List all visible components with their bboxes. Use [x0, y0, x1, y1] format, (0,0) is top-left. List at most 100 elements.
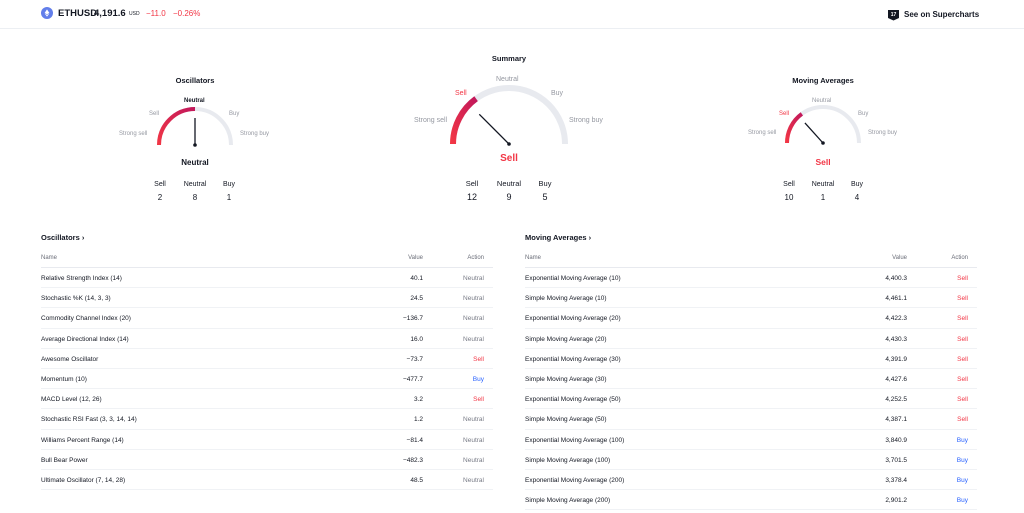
indicator-value: −81.4: [406, 436, 423, 444]
indicator-value: 16.0: [410, 335, 423, 343]
indicator-value: 4,430.3: [885, 335, 907, 343]
gauge-label-sell: Sell: [149, 111, 160, 117]
gauge-label-strong-buy: Strong buy: [569, 117, 603, 124]
oscillators-neutral-count: 8: [192, 193, 198, 202]
moving-averages-gauge-title: Moving Averages: [792, 76, 854, 85]
indicator-value: 40.1: [410, 275, 423, 282]
table-row: Exponential Moving Average (50) 4,252.5 Se…: [525, 389, 977, 410]
indicator-name: Awesome Oscillator: [41, 355, 99, 363]
table-row: Williams Percent Range (14) −81.4 Neutral: [41, 430, 493, 450]
table-row: Simple Moving Average (50) 4,387.1 Sell: [525, 409, 977, 430]
table-row: Stochastic %K (14, 3, 3) 24.5 Neutral: [41, 288, 493, 309]
gauge-active-segment: [785, 112, 804, 144]
table-row: Momentum (10) −477.7 Buy: [41, 369, 493, 390]
column-name-header: Name: [525, 255, 542, 261]
table-row: Simple Moving Average (10) 4,461.1 Sell: [525, 288, 977, 309]
gauge-label-strong-sell: Strong sell: [748, 130, 777, 136]
table-row: Exponential Moving Average (10) 4,400.3 Se…: [525, 268, 977, 289]
indicator-action: Sell: [957, 416, 968, 424]
table-row: Awesome Oscillator −73.7 Sell: [41, 349, 493, 369]
price-change: −11.0: [146, 9, 166, 18]
symbol-header: ETHUSD 4,191.6 USD −11.0 −0.26% 17 See o…: [0, 0, 1024, 29]
gauge-label-neutral: Neutral: [812, 98, 832, 104]
supercharts-icon: 17: [887, 8, 900, 21]
indicator-action: Sell: [957, 355, 968, 363]
column-value-header: Value: [408, 255, 423, 261]
table-row: Simple Moving Average (30) 4,427.6 Sell: [525, 369, 977, 390]
indicator-value: 4,387.1: [885, 416, 907, 424]
indicator-name: Exponential Moving Average (50): [525, 396, 621, 404]
indicator-name: Simple Moving Average (20): [525, 335, 607, 343]
moving-averages-table-title[interactable]: Moving Averages ›: [525, 233, 591, 242]
indicator-value: 4,391.9: [885, 355, 907, 363]
indicator-value: 1.2: [413, 416, 423, 424]
gauge-needle-pivot: [193, 143, 197, 147]
summary-neutral-count: 9: [506, 192, 512, 202]
gauge-label-sell: Sell: [455, 90, 467, 97]
indicator-value: 3,840.9: [885, 436, 907, 444]
oscillators-sell-count: 2: [157, 193, 163, 202]
gauge-label-buy: Buy: [229, 111, 240, 117]
gauge-needle-pivot: [507, 142, 511, 146]
indicator-name: Commodity Channel Index (20): [41, 315, 131, 323]
gauge-label-sell: Sell: [779, 111, 790, 117]
moving-averages-neutral-count: 1: [820, 193, 826, 202]
symbol-name[interactable]: ETHUSD: [58, 8, 97, 19]
column-value-header: Value: [892, 255, 907, 261]
indicator-action: Sell: [473, 355, 484, 363]
indicator-action: Buy: [956, 476, 968, 484]
indicator-name: Exponential Moving Average (30): [525, 355, 621, 363]
gauge-label-buy: Buy: [551, 90, 564, 97]
gauge-active-segment: [450, 96, 478, 145]
summary-buy-count: 5: [542, 192, 548, 202]
indicator-value: 4,400.3: [885, 275, 907, 282]
table-row: Average Directional Index (14) 16.0 Neutra…: [41, 329, 493, 349]
moving-averages-buy-count: 4: [854, 193, 860, 202]
table-row: Exponential Moving Average (200) 3,378.4 B…: [525, 470, 977, 491]
indicator-action: Buy: [956, 436, 968, 444]
table-row: Bull Bear Power −482.3 Neutral: [41, 450, 493, 470]
table-row: Exponential Moving Average (100) 3,840.9 B…: [525, 430, 977, 450]
indicator-name: Relative Strength Index (14): [41, 275, 122, 282]
gauge-track: [785, 105, 861, 144]
gauge-label-strong-sell: Strong sell: [414, 117, 448, 124]
indicator-action: Neutral: [463, 275, 484, 282]
indicator-value: −136.7: [402, 315, 423, 323]
price-change-percent: −0.26%: [173, 9, 201, 18]
gauge-track: [450, 85, 568, 145]
indicator-value: 48.5: [410, 476, 423, 484]
indicator-action: Neutral: [463, 436, 484, 444]
indicator-name: Exponential Moving Average (20): [525, 315, 621, 323]
indicator-value: 4,427.6: [885, 375, 907, 383]
moving-averages-neutral-label: Neutral: [811, 181, 835, 188]
table-header: Name Value Action: [41, 248, 493, 268]
oscillators-neutral-label: Neutral: [183, 181, 207, 188]
table-row: Commodity Channel Index (20) −136.7 Neutra…: [41, 308, 493, 329]
indicator-name: Exponential Moving Average (10): [525, 275, 621, 282]
indicator-action: Neutral: [463, 476, 484, 484]
see-on-supercharts-link[interactable]: 17 See on Supercharts: [887, 7, 979, 21]
oscillators-gauge-title: Oscillators: [175, 76, 215, 85]
table-row: Simple Moving Average (20) 4,430.3 Sell: [525, 329, 977, 349]
oscillators-table-title[interactable]: Oscillators ›: [41, 233, 84, 242]
last-price: 4,191.6: [94, 8, 126, 19]
price-currency: USD: [129, 11, 140, 17]
gauge-label-strong-sell: Strong sell: [119, 131, 148, 137]
gauge-label-neutral: Neutral: [496, 76, 519, 83]
indicator-name: Simple Moving Average (10): [525, 295, 607, 303]
table-row: Simple Moving Average (200) 2,901.2 Buy: [525, 490, 977, 511]
indicator-value: 3.2: [413, 396, 423, 404]
indicator-name: Bull Bear Power: [41, 456, 88, 464]
moving-averages-gauge-result: Sell: [815, 157, 831, 167]
table-header: Name Value Action: [525, 248, 977, 268]
gauge-needle-pivot: [821, 141, 825, 145]
table-row: Ultimate Oscillator (7, 14, 28) 48.5 Neutr…: [41, 470, 493, 491]
summary-sell-label: Sell: [465, 179, 479, 188]
indicator-value: 4,252.5: [885, 396, 907, 404]
indicator-action: Neutral: [463, 315, 484, 323]
indicator-action: Buy: [956, 456, 968, 464]
indicator-name: Stochastic %K (14, 3, 3): [41, 295, 111, 303]
indicator-value: −73.7: [406, 355, 423, 363]
indicator-action: Sell: [957, 295, 968, 303]
indicator-value: 24.5: [410, 295, 423, 303]
